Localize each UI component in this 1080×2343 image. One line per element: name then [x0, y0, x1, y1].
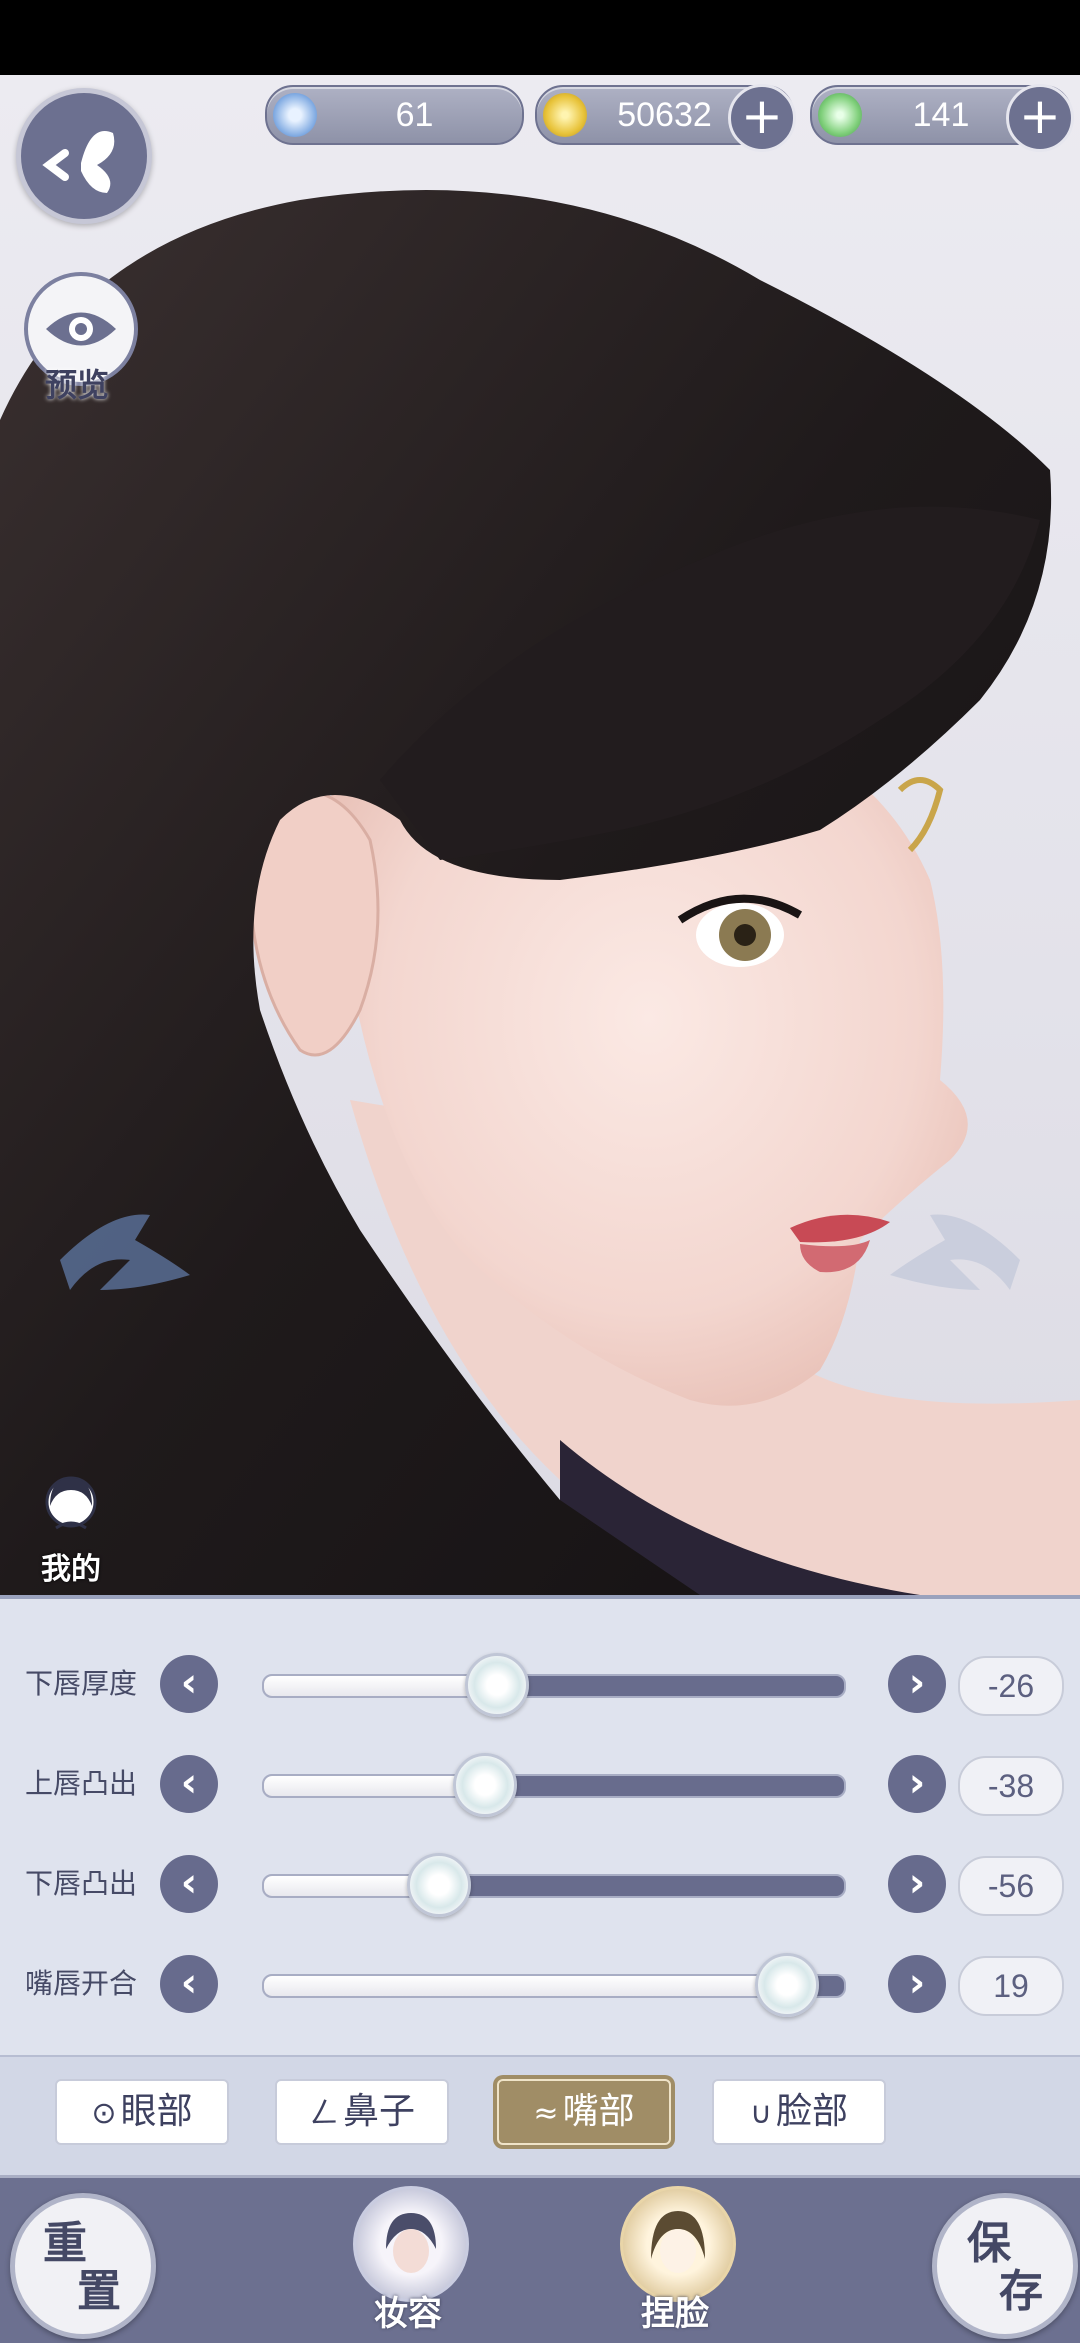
slider-knob[interactable]: [453, 1753, 518, 1817]
slider-knob[interactable]: [755, 1953, 819, 2017]
feature-tabs: ⊙ 眼部 ㄥ鼻子 ≈ 嘴部 ∪ 脸部: [0, 2055, 1080, 2177]
my-presets-label: 我的: [41, 1552, 101, 1587]
tab-label: 鼻子: [342, 2091, 415, 2132]
reset-label-2: 置: [77, 2266, 121, 2317]
slider-row: 上唇凸出 ‹ › -38: [0, 1744, 1080, 1824]
increase-button[interactable]: ›: [888, 1855, 946, 1913]
currency-green-value: 141: [912, 96, 970, 134]
slider-fill: [264, 1776, 485, 1796]
tab-face[interactable]: ∪ 脸部: [712, 2079, 886, 2145]
slider-knob[interactable]: [407, 1853, 471, 1917]
preview-label: 预览: [44, 366, 109, 404]
status-bar: [0, 0, 1080, 75]
increase-button[interactable]: ›: [888, 1955, 946, 2013]
character-viewport[interactable]: [0, 75, 1080, 1595]
currency-jade: 61: [265, 85, 524, 145]
tab-label: 眼部: [120, 2091, 193, 2132]
girl-avatar-icon: [45, 1476, 97, 1530]
character-model: [0, 190, 1080, 1595]
slider-track[interactable]: [262, 1874, 846, 1898]
slider-label: 下唇厚度: [25, 1667, 138, 1700]
makeup-label: 妆容: [374, 2294, 442, 2334]
bottom-bar: 重 置 妆容 捏脸 保 存: [0, 2175, 1080, 2343]
face-sculpt-button[interactable]: 捏脸: [615, 2186, 736, 2336]
save-label-2: 存: [999, 2266, 1043, 2317]
decrease-button[interactable]: ‹: [160, 1655, 218, 1713]
slider-fill: [264, 1676, 496, 1696]
slider-row: 下唇凸出 ‹ › -56: [0, 1844, 1080, 1924]
save-button[interactable]: 保 存: [932, 2193, 1078, 2339]
my-presets-button[interactable]: 我的: [26, 1470, 116, 1588]
tab-eyes[interactable]: ⊙ 眼部: [55, 2079, 229, 2145]
decrease-button[interactable]: ‹: [160, 1755, 218, 1813]
decrease-button[interactable]: ‹: [160, 1955, 218, 2013]
tab-nose[interactable]: ㄥ鼻子: [275, 2079, 449, 2145]
face-portrait-icon: [620, 2186, 736, 2302]
tab-mouth[interactable]: ≈ 嘴部: [497, 2079, 671, 2145]
slider-row: 嘴唇开合 ‹ › 19: [0, 1944, 1080, 2024]
slider-label: 下唇凸出: [25, 1867, 138, 1900]
slider-value: -26: [958, 1656, 1064, 1716]
currency-jade-value: 61: [395, 96, 434, 134]
slider-value: -56: [958, 1856, 1064, 1916]
increase-button[interactable]: ›: [888, 1655, 946, 1713]
add-copper-button[interactable]: +: [728, 84, 796, 152]
face-label: 捏脸: [641, 2294, 709, 2334]
back-butterfly-icon: [42, 131, 115, 193]
slider-knob[interactable]: [465, 1653, 529, 1717]
reset-label-1: 重: [43, 2218, 87, 2269]
tab-label: 嘴部: [562, 2091, 635, 2132]
back-button[interactable]: [16, 88, 152, 224]
decrease-button[interactable]: ‹: [160, 1855, 218, 1913]
makeup-button[interactable]: 妆容: [348, 2186, 469, 2336]
slider-track[interactable]: [262, 1674, 846, 1698]
currency-green: 141 +: [810, 84, 1074, 152]
tab-label: 脸部: [775, 2091, 848, 2132]
slider-label: 上唇凸出: [25, 1767, 138, 1800]
slider-value: 19: [958, 1956, 1064, 2016]
slider-value: -38: [958, 1756, 1064, 1816]
makeup-portrait-icon: [353, 2186, 469, 2302]
dragon-coin-icon: [818, 93, 862, 137]
slider-row: 下唇厚度 ‹ › -26: [0, 1644, 1080, 1724]
wave-coin-icon: [273, 93, 317, 137]
chin-icon: ∪: [750, 2096, 772, 2131]
coin-icon: [543, 93, 587, 137]
add-green-button[interactable]: +: [1006, 84, 1074, 152]
currency-copper-value: 50632: [617, 96, 712, 134]
slider-label: 嘴唇开合: [25, 1967, 138, 2000]
nose-icon: ㄥ: [308, 2096, 339, 2131]
slider-track[interactable]: [262, 1774, 846, 1798]
reset-button[interactable]: 重 置: [10, 2193, 156, 2339]
rotate-right-icon[interactable]: [890, 1214, 1020, 1290]
eye-outline-icon: ⊙: [91, 2096, 117, 2131]
increase-button[interactable]: ›: [888, 1755, 946, 1813]
save-label-1: 保: [967, 2218, 1011, 2269]
currency-copper: 50632 +: [535, 84, 796, 152]
slider-fill: [264, 1976, 786, 1996]
lips-icon: ≈: [533, 2096, 559, 2131]
